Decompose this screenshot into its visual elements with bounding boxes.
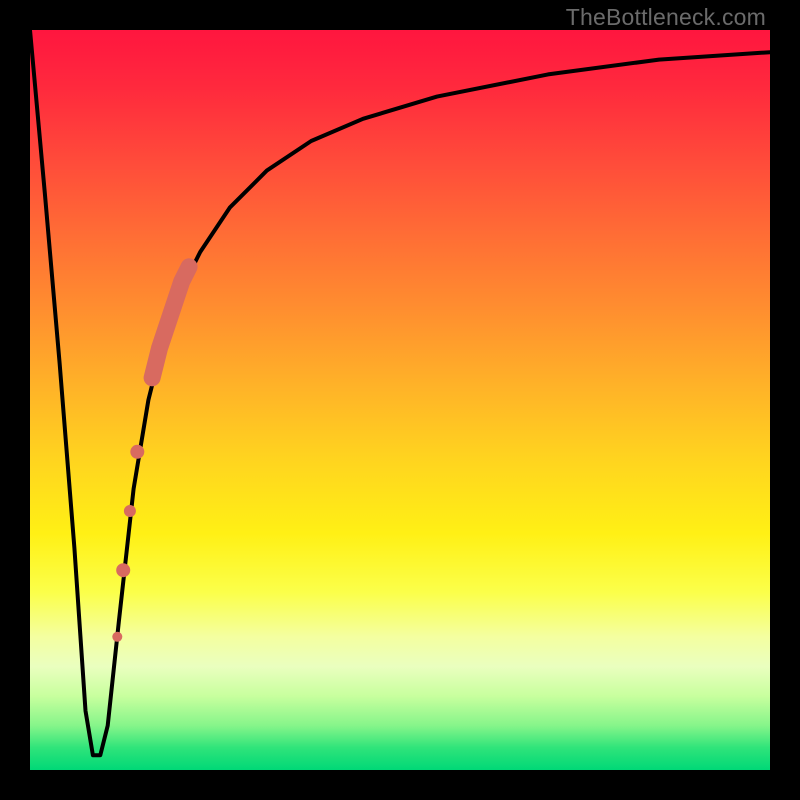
curve-layer [30,30,770,770]
marker-dot [130,445,144,459]
plot-area [30,30,770,770]
marker-dot [116,563,130,577]
bottleneck-curve [30,30,770,755]
marker-dot [112,632,122,642]
chart-frame: TheBottleneck.com [0,0,800,800]
marker-dot [124,505,136,517]
marker-stroke [152,267,189,378]
watermark-text: TheBottleneck.com [566,4,766,31]
